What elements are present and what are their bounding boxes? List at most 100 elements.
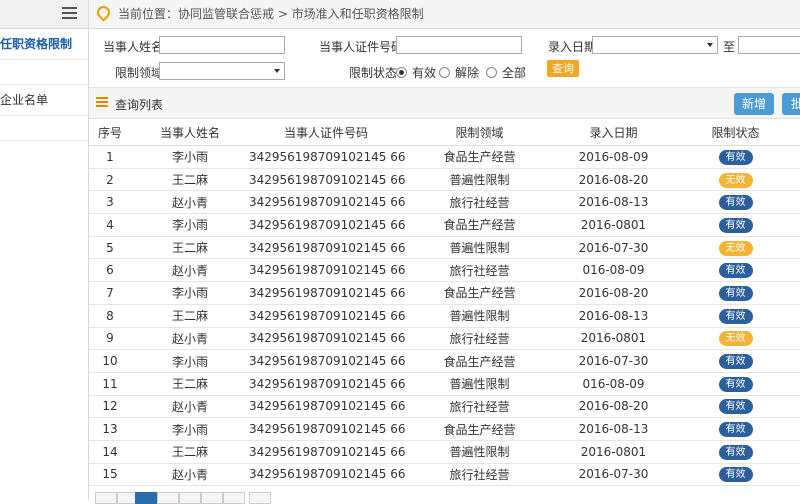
domain-label: 限制领域 (115, 66, 164, 80)
sidebar-item-company-list[interactable]: 企业名单 (0, 85, 88, 116)
table-row[interactable]: 14 王二麻 342956198709102145 66 普遍性限制 2016-0801… (89, 440, 800, 464)
cell-status: 有效 (671, 190, 800, 215)
page-button[interactable] (157, 492, 179, 504)
col-header-no[interactable]: 序号 (89, 119, 131, 146)
col-header-name[interactable]: 当事人姓名 (131, 119, 249, 146)
cell-domain: 食品生产经营 (403, 417, 556, 441)
cell-id: 342956198709102145 66 (249, 327, 406, 351)
cell-domain: 普遍性限制 (403, 440, 556, 464)
cell-domain: 食品生产经营 (403, 349, 556, 373)
breadcrumb: 当前位置：协同监管联合惩戒 > 市场准入和任职资格限制 (89, 0, 800, 29)
page-prev-button[interactable] (95, 492, 117, 504)
status-radio-released[interactable]: 解除 (439, 64, 479, 81)
cell-id: 342956198709102145 66 (249, 463, 406, 487)
cell-no: 2 (89, 168, 131, 192)
sidebar-item-qualification-restriction[interactable]: 任职资格限制 (0, 29, 88, 60)
table-row[interactable]: 5 王二麻 342956198709102145 66 普遍性限制 2016-07-30… (89, 236, 800, 260)
cell-name: 赵小青 (131, 463, 249, 487)
name-input[interactable] (159, 36, 285, 54)
table-row[interactable]: 15 赵小青 342956198709102145 66 旅行社经营 2016-07-3… (89, 463, 800, 487)
menu-icon[interactable] (62, 7, 77, 20)
search-form: 当事人姓名 当事人证件号码 录入日期 至 限制领域 限制状态 有效 解除 全部 (89, 29, 800, 88)
table-row[interactable]: 3 赵小青 342956198709102145 66 旅行社经营 2016-08-13… (89, 190, 800, 215)
domain-select[interactable] (159, 62, 285, 80)
cell-id: 342956198709102145 66 (249, 440, 406, 464)
page-button[interactable] (201, 492, 223, 504)
cell-status: 有效 (671, 145, 800, 169)
list-toolbar: 查询列表 新增 批 (89, 88, 800, 119)
page-next-button[interactable] (249, 492, 271, 504)
status-radio-all[interactable]: 全部 (486, 64, 526, 81)
cell-id: 342956198709102145 66 (249, 213, 406, 237)
query-button[interactable]: 查询 (547, 60, 579, 77)
status-radio-valid[interactable]: 有效 (396, 64, 436, 81)
cell-date: 2016-07-30 (556, 349, 671, 373)
cell-no: 6 (89, 258, 131, 283)
cell-id: 342956198709102145 66 (249, 372, 406, 396)
cell-no: 10 (89, 349, 131, 373)
radio-icon (439, 67, 450, 78)
cell-id: 342956198709102145 66 (249, 281, 406, 305)
cell-name: 李小雨 (131, 417, 249, 441)
cell-status: 无效 (671, 168, 800, 192)
status-badge: 有效 (718, 149, 753, 165)
cell-name: 李小雨 (131, 213, 249, 237)
cell-domain: 食品生产经营 (403, 213, 556, 237)
table-header-row: 序号 当事人姓名 当事人证件号码 限制领域 录入日期 限制状态 (89, 119, 800, 146)
cell-status: 有效 (671, 463, 800, 487)
cell-no: 7 (89, 281, 131, 305)
cell-no: 14 (89, 440, 131, 464)
table-row[interactable]: 11 王二麻 342956198709102145 66 普遍性限制 016-08-09… (89, 372, 800, 396)
col-header-id[interactable]: 当事人证件号码 (249, 119, 403, 146)
results-table: 序号 当事人姓名 当事人证件号码 限制领域 录入日期 限制状态 1 李小雨 3429… (89, 119, 800, 487)
col-header-domain[interactable]: 限制领域 (403, 119, 556, 146)
id-number-input[interactable] (396, 36, 522, 54)
table-row[interactable]: 1 李小雨 342956198709102145 66 食品生产经营 2016-08-0… (89, 145, 800, 169)
cell-id: 342956198709102145 66 (249, 395, 406, 419)
cell-date: 2016-08-13 (556, 190, 671, 215)
cell-name: 王二麻 (131, 440, 249, 464)
cell-date: 2016-0801 (556, 327, 671, 351)
location-pin-icon (94, 3, 113, 22)
table-row[interactable]: 8 王二麻 342956198709102145 66 普遍性限制 2016-08-13… (89, 304, 800, 328)
cell-no: 9 (89, 327, 131, 351)
cell-date: 2016-0801 (556, 440, 671, 464)
list-title: 查询列表 (115, 98, 164, 112)
page-button[interactable] (179, 492, 201, 504)
cell-name: 王二麻 (131, 236, 249, 260)
date-start-select[interactable] (592, 36, 718, 54)
list-icon (96, 97, 108, 108)
status-badge: 有效 (718, 376, 753, 392)
main-panel: 当前位置：协同监管联合惩戒 > 市场准入和任职资格限制 当事人姓名 当事人证件号… (89, 0, 800, 504)
table-row[interactable]: 10 李小雨 342956198709102145 66 食品生产经营 2016-07-… (89, 349, 800, 373)
table-row[interactable]: 12 赵小青 342956198709102145 66 旅行社经营 2016-08-2… (89, 395, 800, 419)
table-row[interactable]: 2 王二麻 342956198709102145 66 普遍性限制 2016-08-20… (89, 168, 800, 192)
cell-name: 赵小青 (131, 190, 249, 215)
sidebar-item-blank (0, 60, 88, 85)
cell-date: 2016-08-20 (556, 281, 671, 305)
table-row[interactable]: 7 李小雨 342956198709102145 66 食品生产经营 2016-08-2… (89, 281, 800, 305)
status-badge: 有效 (718, 354, 753, 370)
cell-domain: 旅行社经营 (403, 190, 556, 215)
table-row[interactable]: 9 赵小青 342956198709102145 66 旅行社经营 2016-0801 无… (89, 327, 800, 351)
status-badge: 有效 (718, 422, 753, 438)
col-header-date[interactable]: 录入日期 (556, 119, 671, 146)
table-row[interactable]: 4 李小雨 342956198709102145 66 食品生产经营 2016-0801… (89, 213, 800, 237)
cell-domain: 旅行社经营 (403, 327, 556, 351)
cell-id: 342956198709102145 66 (249, 349, 406, 373)
status-radio-all-label: 全部 (502, 66, 527, 80)
page-current-button[interactable] (135, 492, 157, 504)
cell-name: 李小雨 (131, 281, 249, 305)
add-button[interactable]: 新增 (734, 93, 774, 115)
cell-status: 有效 (671, 372, 800, 396)
date-end-input[interactable] (738, 36, 800, 54)
col-header-status[interactable]: 限制状态 (671, 119, 800, 146)
date-label: 录入日期 (548, 40, 597, 54)
table-row[interactable]: 6 赵小青 342956198709102145 66 旅行社经营 016-08-09 有… (89, 258, 800, 283)
batch-button[interactable]: 批 (782, 93, 800, 115)
cell-domain: 普遍性限制 (403, 372, 556, 396)
chevron-down-icon (274, 69, 280, 73)
cell-date: 2016-07-30 (556, 463, 671, 487)
table-row[interactable]: 13 李小雨 342956198709102145 66 食品生产经营 2016-08-… (89, 417, 800, 441)
page-button[interactable] (223, 492, 245, 504)
